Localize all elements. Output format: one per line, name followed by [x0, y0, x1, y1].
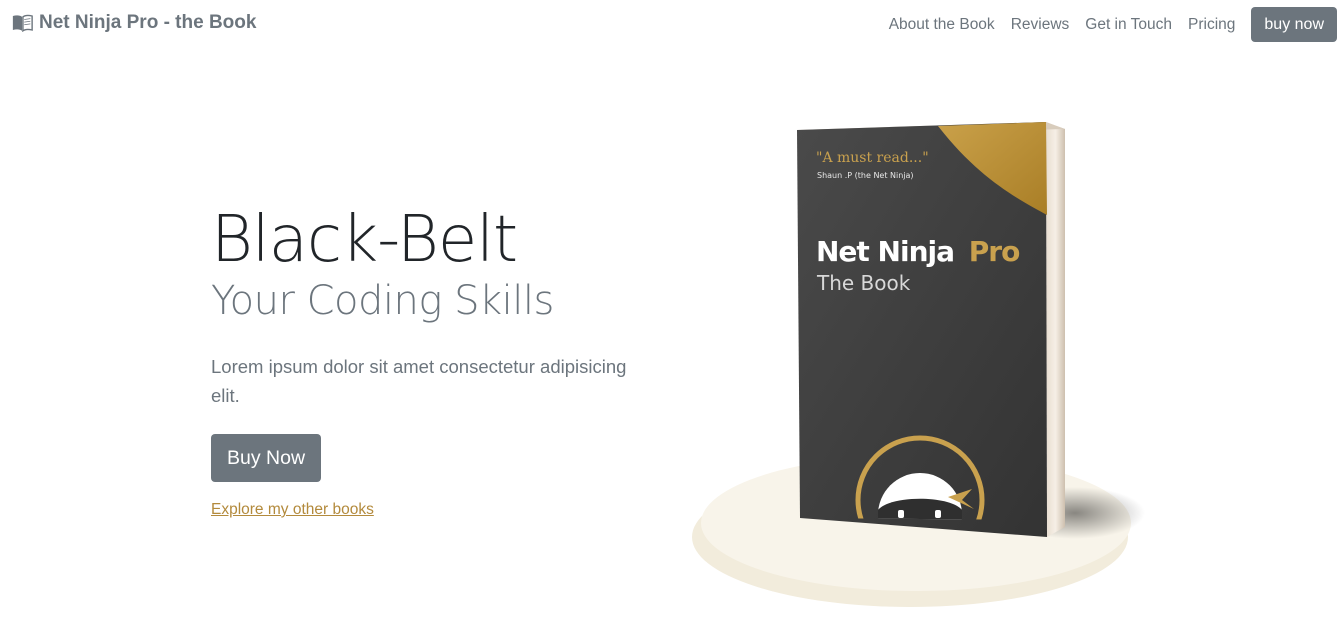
explore-books-link[interactable]: Explore my other books: [211, 501, 651, 519]
nav-links: About the Book Reviews Get in Touch Pric…: [881, 7, 1337, 42]
nav-buy-now-button[interactable]: buy now: [1251, 7, 1337, 42]
book-quote: "A must read...": [816, 150, 929, 166]
hero-buy-now-button[interactable]: Buy Now: [211, 434, 322, 482]
book-title-accent: Pro: [969, 235, 1020, 268]
book-cover-image: "A must read..." Shaun .P (the Net Ninja…: [692, 122, 1145, 607]
book-title: Net Ninja Pro: [816, 235, 1020, 268]
nav-link-reviews[interactable]: Reviews: [1003, 8, 1078, 42]
hero-lead-text: Lorem ipsum dolor sit amet consectetur a…: [211, 356, 627, 406]
nav-link-pricing[interactable]: Pricing: [1180, 8, 1243, 42]
brand-link[interactable]: Net Ninja Pro - the Book: [12, 12, 256, 34]
nav-link-about[interactable]: About the Book: [881, 8, 1003, 42]
book-quote-author: Shaun .P (the Net Ninja): [817, 171, 914, 180]
brand-text: Net Ninja Pro - the Book: [39, 12, 257, 33]
navbar: Net Ninja Pro - the Book About the Book …: [0, 0, 1343, 50]
nav-link-contact[interactable]: Get in Touch: [1077, 8, 1180, 42]
hero-title: Black-Belt: [211, 203, 518, 277]
book-open-icon: [12, 14, 33, 32]
hero-section: Black-Belt Your Coding Skills Lorem ipsu…: [211, 200, 651, 519]
book-subtitle: The Book: [816, 271, 911, 295]
hero-subtitle: Your Coding Skills: [211, 278, 554, 324]
book-pages-edge: [1046, 122, 1065, 537]
book-title-main: Net Ninja: [816, 235, 954, 268]
